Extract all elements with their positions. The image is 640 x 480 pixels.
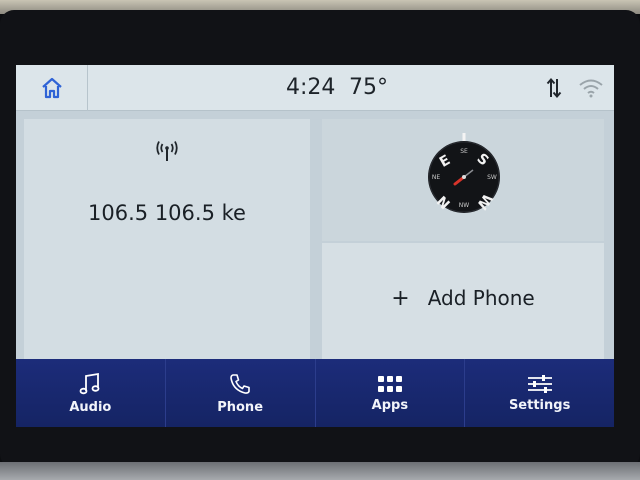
clock: 4:24 <box>286 75 336 100</box>
infotainment-screen: 4:24 75° 106.5 106.5 ke E S W N SE SW NW… <box>16 65 614 427</box>
radio-station-text: 106.5 106.5 ke <box>88 201 246 225</box>
dashboard-bottom <box>0 462 640 480</box>
nav-phone-label: Phone <box>217 399 264 415</box>
add-phone-label: Add Phone <box>427 286 535 310</box>
compass-minor-sw: SW <box>487 174 497 181</box>
nav-settings-label: Settings <box>508 397 571 413</box>
nav-apps[interactable]: Apps <box>316 359 466 427</box>
nav-audio[interactable]: Audio <box>16 359 166 427</box>
nav-settings[interactable]: Settings <box>465 359 614 427</box>
add-phone-row: + Add Phone <box>322 286 604 311</box>
music-note-icon <box>79 372 100 394</box>
home-icon <box>41 77 62 99</box>
compass-minor-se: SE <box>460 148 468 155</box>
compass-icon: E S W N SE SW NW NE <box>428 133 500 213</box>
compass-minor-nw: NW <box>459 202 469 209</box>
plus-icon: + <box>391 286 410 311</box>
radio-antenna-icon <box>156 141 178 161</box>
nav-audio-label: Audio <box>69 399 112 415</box>
home-button[interactable] <box>16 65 88 111</box>
apps-grid-icon <box>377 375 402 392</box>
compass-tile[interactable]: E S W N SE SW NW NE <box>322 119 604 241</box>
add-phone-button[interactable]: + Add Phone <box>322 243 604 359</box>
compass-minor-ne: NE <box>432 174 440 181</box>
nav-phone[interactable]: Phone <box>166 359 316 427</box>
wifi-icon <box>579 79 603 98</box>
settings-sliders-icon <box>527 374 552 393</box>
phone-handset-icon <box>230 373 250 394</box>
radio-tile[interactable]: 106.5 106.5 ke <box>24 119 310 359</box>
sync-arrows-icon <box>546 77 562 99</box>
nav-apps-label: Apps <box>371 397 409 413</box>
status-bar: 4:24 75° <box>16 65 614 111</box>
outside-temperature: 75° <box>349 75 388 100</box>
bottom-nav-bar: Audio Phone Apps Settings <box>16 359 614 427</box>
